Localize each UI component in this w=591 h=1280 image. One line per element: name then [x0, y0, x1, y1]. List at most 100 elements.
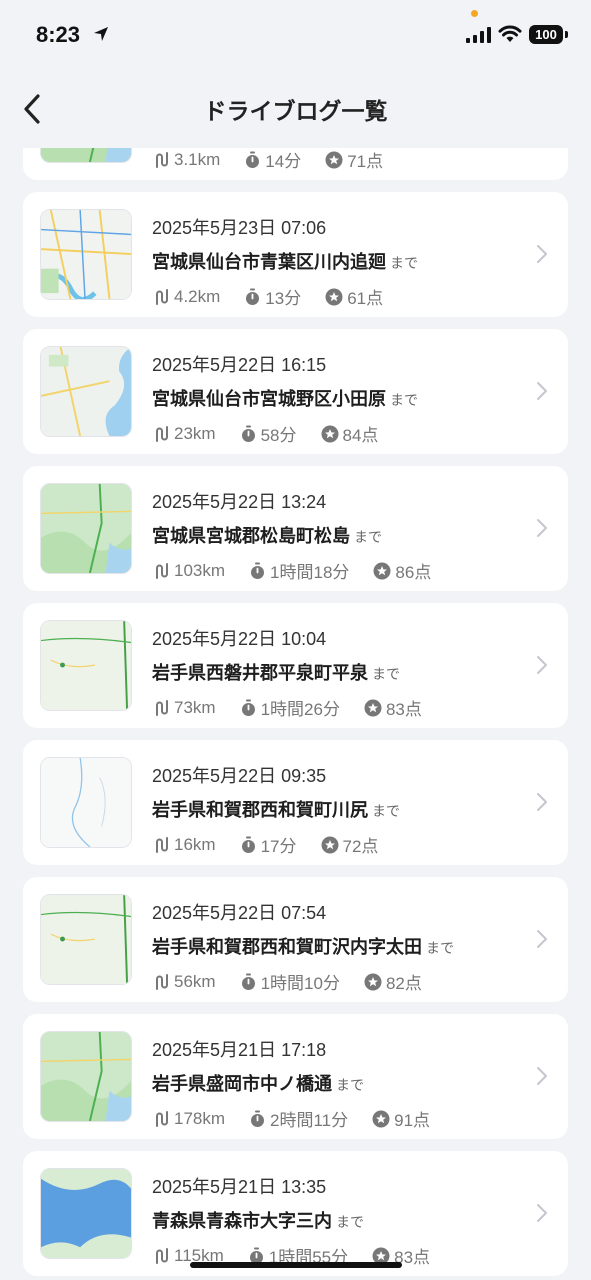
- log-destination: 青森県青森市大字三内 まで: [152, 1207, 364, 1233]
- destination-name: 宮城県宮城郡松島町松島: [152, 526, 350, 547]
- score-star-icon: [364, 699, 382, 716]
- score-stat: 71点: [325, 148, 383, 172]
- stopwatch-icon: [251, 1110, 265, 1127]
- route-icon: [156, 425, 168, 442]
- score-star-icon: [321, 425, 338, 442]
- log-date: 2025年5月22日 09:35: [152, 766, 327, 786]
- chevron-right-icon: [537, 519, 547, 537]
- distance-stat: 56km: [153, 972, 216, 992]
- score-value: 72点: [342, 837, 379, 856]
- route-map-thumbnail: [40, 1168, 132, 1259]
- duration-stat: 58分: [240, 421, 297, 446]
- stopwatch-icon: [241, 425, 255, 442]
- score-value: 61点: [347, 289, 384, 308]
- stopwatch-icon: [246, 151, 260, 168]
- destination-suffix: まで: [354, 530, 382, 546]
- location-arrow-icon: [94, 27, 108, 41]
- distance-value: 23km: [174, 423, 216, 443]
- route-icon: [156, 973, 168, 990]
- stopwatch-icon: [241, 836, 255, 853]
- route-map-thumbnail: [40, 757, 132, 848]
- log-stats: 56km 1時間10分 82点: [153, 969, 446, 994]
- log-destination: 岩手県盛岡市中ノ橋通 まで: [152, 1070, 364, 1096]
- duration-value: 1時間10分: [260, 974, 340, 993]
- drive-log-card[interactable]: 2025年5月22日 16:15 宮城県仙台市宮城野区小田原 まで 23km 58…: [23, 329, 568, 454]
- distance-stat: 4.2km: [153, 287, 220, 307]
- chevron-right-icon: [537, 656, 547, 674]
- log-destination: 宮城県宮城郡松島町松島 まで: [152, 522, 382, 548]
- score-stat: 72点: [321, 832, 379, 857]
- drive-log-card[interactable]: 2025年5月22日 09:35 岩手県和賀郡西和賀町川尻 まで 16km 17分…: [23, 740, 568, 865]
- score-stat: 86点: [373, 558, 431, 583]
- page-title: ドライブログ一覧: [203, 99, 388, 125]
- drive-log-card[interactable]: 2025年5月22日 10:04 岩手県西磐井郡平泉町平泉 まで 73km 1時間…: [23, 603, 568, 728]
- destination-name: 岩手県和賀郡西和賀町沢内字太田: [152, 937, 422, 958]
- stopwatch-icon: [241, 973, 255, 990]
- duration-value: 13分: [265, 289, 302, 308]
- duration-value: 14分: [265, 152, 302, 171]
- distance-value: 3.1km: [174, 149, 221, 169]
- duration-value: 2時間11分: [270, 1111, 349, 1130]
- route-icon: [156, 562, 168, 579]
- duration-value: 17分: [260, 837, 297, 856]
- distance-stat: 23km: [153, 424, 216, 444]
- duration-stat: 1時間18分: [249, 558, 349, 583]
- destination-suffix: まで: [390, 393, 418, 409]
- log-stats: 178km 2時間11分 91点: [153, 1106, 454, 1131]
- destination-suffix: まで: [426, 941, 454, 957]
- drive-log-card[interactable]: 2025年5月22日 07:54 岩手県和賀郡西和賀町沢内字太田 まで 56km …: [23, 877, 568, 1002]
- duration-stat: 14分: [244, 148, 301, 172]
- stopwatch-icon: [241, 699, 255, 716]
- distance-value: 56km: [174, 971, 216, 991]
- route-map-thumbnail: [40, 1031, 132, 1122]
- drive-log-list[interactable]: 3.1km 14分 71点 2025年5月23日 07:06 宮城県仙台市青葉区…: [0, 148, 591, 1280]
- log-date: 2025年5月21日 13:35: [152, 1177, 327, 1197]
- score-value: 82点: [385, 974, 422, 993]
- stopwatch-icon: [246, 288, 260, 305]
- score-star-icon: [325, 288, 343, 305]
- route-map-thumbnail: [40, 483, 132, 574]
- route-icon: [156, 836, 168, 853]
- distance-stat: 3.1km: [153, 150, 220, 170]
- log-stats: 73km 1時間26分 83点: [153, 695, 446, 720]
- destination-name: 岩手県盛岡市中ノ橋通: [152, 1074, 332, 1095]
- duration-stat: 2時間11分: [249, 1106, 348, 1131]
- route-icon: [156, 288, 168, 305]
- distance-stat: 178km: [153, 1109, 225, 1129]
- log-stats: 16km 17分 72点: [153, 832, 402, 857]
- log-date: 2025年5月22日 16:15: [152, 355, 327, 375]
- score-star-icon: [373, 562, 391, 579]
- score-stat: 61点: [325, 284, 383, 309]
- chevron-right-icon: [537, 245, 547, 263]
- distance-stat: 103km: [153, 561, 225, 581]
- duration-value: 58分: [260, 426, 297, 445]
- duration-stat: 1時間26分: [240, 695, 340, 720]
- drive-log-card[interactable]: 3.1km 14分 71点: [23, 148, 568, 180]
- log-stats: 3.1km 14分 71点: [153, 148, 407, 172]
- score-stat: 82点: [364, 969, 422, 994]
- destination-suffix: まで: [372, 667, 400, 683]
- log-date: 2025年5月21日 17:18: [152, 1040, 327, 1060]
- distance-value: 16km: [174, 834, 216, 854]
- destination-name: 岩手県西磐井郡平泉町平泉: [152, 663, 368, 684]
- log-stats: 103km 1時間18分 86点: [153, 558, 455, 583]
- score-star-icon: [372, 1110, 390, 1127]
- duration-stat: 17分: [240, 832, 297, 857]
- score-star-icon: [325, 151, 343, 168]
- distance-value: 73km: [174, 697, 216, 717]
- duration-value: 1時間18分: [270, 563, 350, 582]
- destination-name: 宮城県仙台市宮城野区小田原: [152, 389, 386, 410]
- chevron-right-icon: [537, 793, 547, 811]
- drive-log-card[interactable]: 2025年5月21日 17:18 岩手県盛岡市中ノ橋通 まで 178km 2時間1…: [23, 1014, 568, 1139]
- distance-value: 178km: [174, 1108, 226, 1128]
- duration-stat: 1時間10分: [240, 969, 340, 994]
- drive-log-card[interactable]: 2025年5月22日 13:24 宮城県宮城郡松島町松島 まで 103km 1時間…: [23, 466, 568, 591]
- score-star-icon: [321, 836, 338, 853]
- log-destination: 宮城県仙台市青葉区川内追廻 まで: [152, 248, 418, 274]
- score-value: 91点: [394, 1111, 431, 1130]
- drive-log-card[interactable]: 2025年5月21日 13:35 青森県青森市大字三内 まで 115km 1時間5…: [23, 1151, 568, 1276]
- drive-log-card[interactable]: 2025年5月23日 07:06 宮城県仙台市青葉区川内追廻 まで 4.2km 1…: [23, 192, 568, 317]
- destination-suffix: まで: [336, 1078, 364, 1094]
- log-date: 2025年5月23日 07:06: [152, 218, 327, 238]
- log-date: 2025年5月22日 10:04: [152, 629, 327, 649]
